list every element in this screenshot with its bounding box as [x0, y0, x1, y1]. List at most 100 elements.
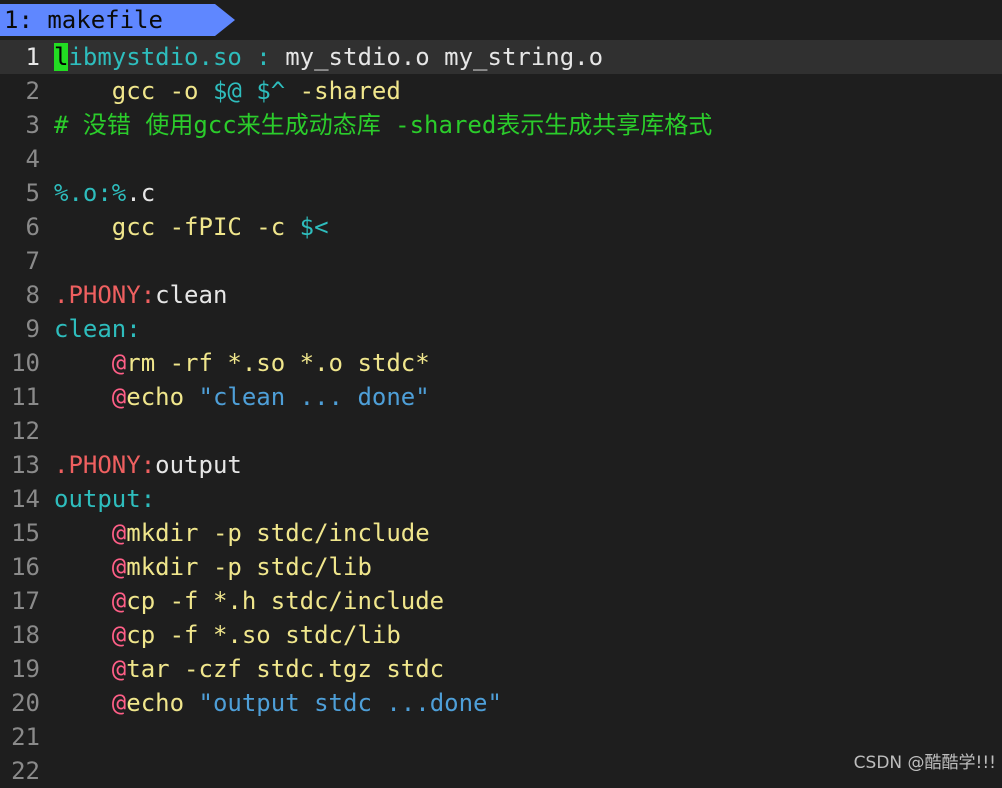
code-line[interactable]: 10 @rm -rf *.so *.o stdc* [0, 346, 1002, 380]
code-token: rm -rf *.so *.o stdc* [126, 349, 430, 377]
code-text[interactable]: output: [54, 485, 155, 513]
code-line[interactable]: 6 gcc -fPIC -c $< [0, 210, 1002, 244]
code-line[interactable]: 19 @tar -czf stdc.tgz stdc [0, 652, 1002, 686]
code-token: my_stdio.o my_string.o [270, 43, 604, 71]
code-line[interactable]: 22 [0, 754, 1002, 788]
code-text[interactable]: clean: [54, 315, 141, 343]
code-line[interactable]: 5 %.o:%.c [0, 176, 1002, 210]
code-token: @ [111, 519, 127, 547]
code-line[interactable]: 9 clean: [0, 312, 1002, 346]
code-token: .PHONY: [54, 281, 156, 309]
line-number: 11 [11, 383, 40, 411]
code-token: @ [111, 621, 127, 649]
tabline: 1: makefile [0, 0, 1002, 40]
code-text[interactable]: @echo "output stdc ...done" [54, 689, 502, 717]
code-text[interactable]: @cp -f *.so stdc/lib [54, 621, 401, 649]
code-token: cp -f *.so stdc/lib [126, 621, 401, 649]
code-token: .PHONY: [54, 451, 156, 479]
code-token: @ [111, 689, 127, 717]
code-text[interactable]: @echo "clean ... done" [54, 383, 430, 411]
code-text[interactable]: %.o:%.c [54, 179, 155, 207]
line-number: 1 [25, 43, 40, 71]
code-token: ibmystdio.so [68, 43, 242, 71]
code-token: $< [299, 213, 329, 241]
line-number: 8 [25, 281, 40, 309]
code-line[interactable]: 20 @echo "output stdc ...done" [0, 686, 1002, 720]
code-text[interactable]: @mkdir -p stdc/lib [54, 553, 372, 581]
code-line[interactable]: 17 @cp -f *.h stdc/include [0, 584, 1002, 618]
code-token: $@ [212, 77, 242, 105]
code-token: @ [111, 349, 127, 377]
line-number: 20 [11, 689, 40, 717]
code-text[interactable]: # 没错 使用gcc来生成动态库 -shared表示生成共享库格式 [54, 111, 712, 139]
line-number: 15 [11, 519, 40, 547]
code-token: @ [111, 553, 127, 581]
code-token: $^ [256, 77, 286, 105]
code-token: cp -f *.h stdc/include [126, 587, 445, 615]
code-text[interactable]: @mkdir -p stdc/include [54, 519, 430, 547]
line-number: 4 [25, 145, 40, 173]
line-number: 2 [25, 77, 40, 105]
code-line[interactable]: 21 [0, 720, 1002, 754]
code-line[interactable]: 7 [0, 244, 1002, 278]
code-text[interactable]: @cp -f *.h stdc/include [54, 587, 444, 615]
code-token: @ [111, 383, 127, 411]
code-line[interactable]: 8 .PHONY:clean [0, 278, 1002, 312]
watermark: CSDN @酷酷学!!! [853, 753, 996, 773]
code-line[interactable]: 13 .PHONY:output [0, 448, 1002, 482]
code-text[interactable]: gcc -o $@ $^ -shared [54, 77, 401, 105]
line-number: 7 [25, 247, 40, 275]
code-line[interactable]: 18 @cp -f *.so stdc/lib [0, 618, 1002, 652]
code-text[interactable]: @tar -czf stdc.tgz stdc [54, 655, 444, 683]
line-number: 6 [25, 213, 40, 241]
code-token: output [155, 451, 242, 479]
editor-buffer[interactable]: 1 libmystdio.so : my_stdio.o my_string.o 2… [0, 40, 1002, 788]
code-line[interactable]: 1 libmystdio.so : my_stdio.o my_string.o [0, 40, 1002, 74]
code-token: "clean ... done" [198, 383, 430, 411]
code-text[interactable]: .PHONY:output [54, 451, 242, 479]
text-cursor: l [54, 43, 69, 71]
code-token: %.o:% [54, 179, 127, 207]
code-text[interactable]: @rm -rf *.so *.o stdc* [54, 349, 430, 377]
code-token: gcc -fPIC -c [54, 213, 300, 241]
code-line[interactable]: 14 output: [0, 482, 1002, 516]
code-line[interactable]: 4 [0, 142, 1002, 176]
code-token: clean: [54, 315, 141, 343]
code-token: : [256, 43, 271, 71]
line-number: 21 [11, 723, 40, 751]
line-number: 9 [25, 315, 40, 343]
code-line[interactable]: 15 @mkdir -p stdc/include [0, 516, 1002, 550]
code-line[interactable]: 16 @mkdir -p stdc/lib [0, 550, 1002, 584]
tab-makefile[interactable]: 1: makefile [0, 4, 215, 36]
line-number: 10 [11, 349, 40, 377]
code-line[interactable]: 11 @echo "clean ... done" [0, 380, 1002, 414]
line-number: 13 [11, 451, 40, 479]
code-token: .c [126, 179, 156, 207]
code-token: "output stdc ...done" [198, 689, 502, 717]
code-token: mkdir -p stdc/include [126, 519, 430, 547]
code-token: mkdir -p stdc/lib [126, 553, 372, 581]
line-number: 3 [25, 111, 40, 139]
code-token: @ [111, 587, 127, 615]
line-number: 19 [11, 655, 40, 683]
line-number: 18 [11, 621, 40, 649]
code-token: tar -czf stdc.tgz stdc [126, 655, 445, 683]
code-token: echo [126, 383, 199, 411]
code-token: clean [155, 281, 228, 309]
line-number: 17 [11, 587, 40, 615]
code-text[interactable]: gcc -fPIC -c $< [54, 213, 329, 241]
code-line[interactable]: 12 [0, 414, 1002, 448]
line-number: 12 [11, 417, 40, 445]
code-line[interactable]: 2 gcc -o $@ $^ -shared [0, 74, 1002, 108]
line-number: 16 [11, 553, 40, 581]
code-text[interactable]: libmystdio.so : my_stdio.o my_string.o [54, 43, 603, 71]
code-text[interactable]: .PHONY:clean [54, 281, 227, 309]
code-line[interactable]: 3 # 没错 使用gcc来生成动态库 -shared表示生成共享库格式 [0, 108, 1002, 142]
